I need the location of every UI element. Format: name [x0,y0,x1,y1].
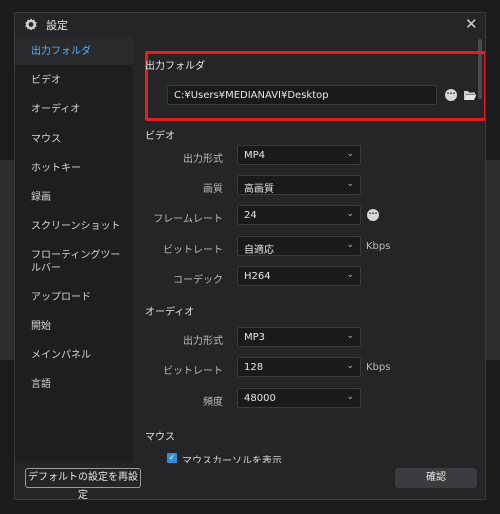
chevron-down-icon: ⌄ [346,149,354,159]
chevron-down-icon: ⌄ [346,331,354,341]
settings-content: 出力フォルダ C:¥Users¥MEDIANAVI¥Desktop ··· ビデ… [133,37,485,463]
sidebar-item-audio[interactable]: オーディオ [31,103,127,116]
gear-icon [25,18,37,31]
sidebar-item-floating-toolbar[interactable]: フローティングツールバー [31,249,127,275]
output-folder-path-field[interactable]: C:¥Users¥MEDIANAVI¥Desktop [167,85,437,105]
video-bitrate-unit: Kbps [366,241,391,252]
video-framerate-value: 24 [244,210,257,221]
sidebar-item-hotkeys[interactable]: ホットキー [31,162,127,175]
settings-sidebar: 出力フォルダ ビデオ オーディオ マウス ホットキー 録画 スクリーンショット … [15,37,133,463]
video-framerate-select[interactable]: 24 ⌄ [237,205,361,225]
chevron-down-icon: ⌄ [346,270,354,280]
sidebar-item-screenshot[interactable]: スクリーンショット [31,220,127,233]
sidebar-item-start[interactable]: 開始 [31,320,127,333]
framerate-more-icon[interactable]: ··· [367,209,379,221]
chevron-down-icon: ⌄ [346,179,354,189]
video-format-label: 出力形式 [183,154,223,165]
settings-dialog: 設定 ✕ 出力フォルダ ビデオ オーディオ マウス ホットキー 録画 スクリーン… [14,12,486,501]
show-cursor-label: マウスカーソルを表示 [182,456,282,463]
video-format-select[interactable]: MP4 ⌄ [237,145,361,165]
audio-bitrate-value: 128 [244,362,264,373]
audio-format-select[interactable]: MP3 ⌄ [237,327,361,347]
folder-open-icon[interactable] [463,89,477,101]
chevron-down-icon: ⌄ [346,209,354,219]
window-title: 設定 [46,19,68,32]
background-app-right [484,160,500,360]
audio-heading: オーディオ [145,307,195,318]
ellipsis-icon[interactable]: ··· [445,89,457,101]
sidebar-item-main-panel[interactable]: メインパネル [31,349,127,362]
mouse-heading: マウス [145,432,175,443]
audio-format-value: MP3 [244,332,266,343]
audio-bitrate-select[interactable]: 128 ⌄ [237,357,361,377]
video-format-value: MP4 [244,150,266,161]
chevron-down-icon: ⌄ [346,240,354,250]
audio-bitrate-label: ビットレート [163,366,223,377]
video-heading: ビデオ [145,131,175,142]
audio-frequency-label: 頻度 [203,397,223,408]
reset-defaults-button[interactable]: デフォルトの設定を再設定 [25,468,141,501]
video-bitrate-value: 自適応 [244,245,274,256]
sidebar-item-upload[interactable]: アップロード [31,291,127,304]
video-quality-label: 画質 [203,184,223,195]
video-quality-select[interactable]: 高画質 ⌄ [237,175,361,195]
sidebar-item-mouse[interactable]: マウス [31,133,127,146]
close-icon[interactable]: ✕ [465,16,478,32]
audio-frequency-value: 48000 [244,393,276,404]
video-bitrate-label: ビットレート [163,245,223,256]
dialog-footer: デフォルトの設定を再設定 確認 [15,463,485,501]
sidebar-item-recording[interactable]: 録画 [31,191,127,204]
confirm-button[interactable]: 確認 [395,468,477,488]
audio-frequency-select[interactable]: 48000 ⌄ [237,388,361,408]
video-codec-select[interactable]: H264 ⌄ [237,266,361,286]
audio-format-label: 出力形式 [183,336,223,347]
video-codec-label: コーデック [173,275,223,286]
video-framerate-label: フレームレート [153,214,223,225]
titlebar: 設定 ✕ [15,13,485,37]
output-folder-heading: 出力フォルダ [145,61,205,72]
chevron-down-icon: ⌄ [346,392,354,402]
video-codec-value: H264 [244,271,271,282]
sidebar-item-language[interactable]: 言語 [31,378,127,391]
chevron-down-icon: ⌄ [346,361,354,371]
sidebar-item-output-folder[interactable]: 出力フォルダ [31,45,127,58]
sidebar-item-video[interactable]: ビデオ [31,74,127,87]
audio-bitrate-unit: Kbps [366,362,391,373]
video-bitrate-select[interactable]: 自適応 ⌄ [237,236,361,256]
show-cursor-checkbox[interactable]: ✓ [167,453,177,463]
video-quality-value: 高画質 [244,184,274,195]
